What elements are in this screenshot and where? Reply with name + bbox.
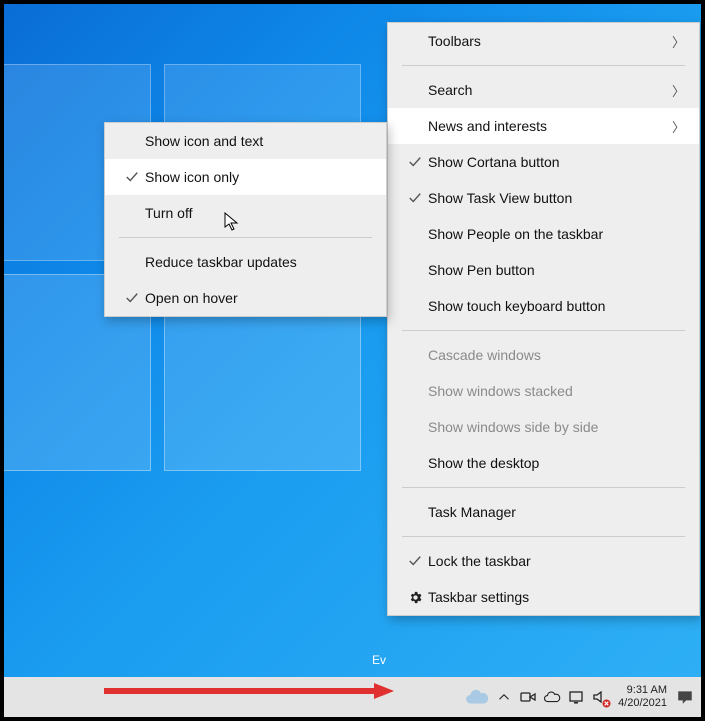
menu-cortana[interactable]: Show Cortana button [388,144,699,180]
submenu-icon-text-label: Show icon and text [145,133,372,149]
menu-touchkbd[interactable]: Show touch keyboard button [388,288,699,324]
menu-showdesk[interactable]: Show the desktop [388,445,699,481]
menu-taskmgr-label: Task Manager [428,504,685,520]
menu-touchkbd-label: Show touch keyboard button [428,298,685,314]
gear-icon [402,590,428,605]
menu-lock[interactable]: Lock the taskbar [388,543,699,579]
volume-icon[interactable] [590,687,610,707]
submenu-icon-only-label: Show icon only [145,169,372,185]
screen-snip-icon[interactable] [566,687,586,707]
menu-people[interactable]: Show People on the taskbar [388,216,699,252]
menu-news-interests-label: News and interests [428,118,672,134]
menu-cascade: Cascade windows [388,337,699,373]
system-tray: 9:31 AM 4/20/2021 [464,684,695,710]
menu-toolbars-label: Toolbars [428,33,672,49]
check-icon [402,155,428,169]
chevron-right-icon: 〉 [672,81,685,100]
check-icon [402,554,428,568]
menu-people-label: Show People on the taskbar [428,226,685,242]
check-icon [119,291,145,305]
check-icon [119,170,145,184]
menu-news-interests[interactable]: News and interests 〉 [388,108,699,144]
menu-stacked-label: Show windows stacked [428,383,685,399]
chevron-right-icon: 〉 [672,32,685,51]
menu-search[interactable]: Search 〉 [388,72,699,108]
menu-cascade-label: Cascade windows [428,347,685,363]
desktop[interactable]: Ev Toolbars 〉 Search 〉 News and interest… [4,4,701,717]
menu-pen[interactable]: Show Pen button [388,252,699,288]
weather-icon[interactable] [464,684,490,710]
check-icon [402,191,428,205]
cursor-icon [224,212,240,232]
annotation-arrow-icon [104,683,394,699]
clock-time: 9:31 AM [618,684,667,697]
chevron-up-icon[interactable] [494,687,514,707]
separator [402,65,685,66]
onedrive-icon[interactable] [542,687,562,707]
menu-toolbars[interactable]: Toolbars 〉 [388,23,699,59]
menu-settings-label: Taskbar settings [428,589,685,605]
submenu-reduce-updates[interactable]: Reduce taskbar updates [105,244,386,280]
submenu-openhover-label: Open on hover [145,290,372,306]
submenu-turn-off[interactable]: Turn off [105,195,386,231]
separator [402,487,685,488]
menu-lock-label: Lock the taskbar [428,553,685,569]
chevron-right-icon: 〉 [672,117,685,136]
menu-stacked: Show windows stacked [388,373,699,409]
menu-settings[interactable]: Taskbar settings [388,579,699,615]
taskbar-context-menu: Toolbars 〉 Search 〉 News and interests 〉… [387,22,700,616]
meet-now-icon[interactable] [518,687,538,707]
action-center-icon[interactable] [675,687,695,707]
menu-search-label: Search [428,82,672,98]
eval-watermark: Ev [372,653,386,667]
news-interests-submenu: Show icon and text Show icon only Turn o… [104,122,387,317]
menu-taskview[interactable]: Show Task View button [388,180,699,216]
submenu-icon-text[interactable]: Show icon and text [105,123,386,159]
separator [402,330,685,331]
menu-sidebyside-label: Show windows side by side [428,419,685,435]
separator [402,536,685,537]
menu-showdesk-label: Show the desktop [428,455,685,471]
clock-date: 4/20/2021 [618,697,667,710]
separator [119,237,372,238]
submenu-reduce-label: Reduce taskbar updates [145,254,372,270]
submenu-turnoff-label: Turn off [145,205,372,221]
menu-cortana-label: Show Cortana button [428,154,685,170]
menu-sidebyside: Show windows side by side [388,409,699,445]
submenu-open-on-hover[interactable]: Open on hover [105,280,386,316]
submenu-icon-only[interactable]: Show icon only [105,159,386,195]
menu-taskmgr[interactable]: Task Manager [388,494,699,530]
taskbar-clock[interactable]: 9:31 AM 4/20/2021 [614,684,671,710]
menu-pen-label: Show Pen button [428,262,685,278]
menu-taskview-label: Show Task View button [428,190,685,206]
